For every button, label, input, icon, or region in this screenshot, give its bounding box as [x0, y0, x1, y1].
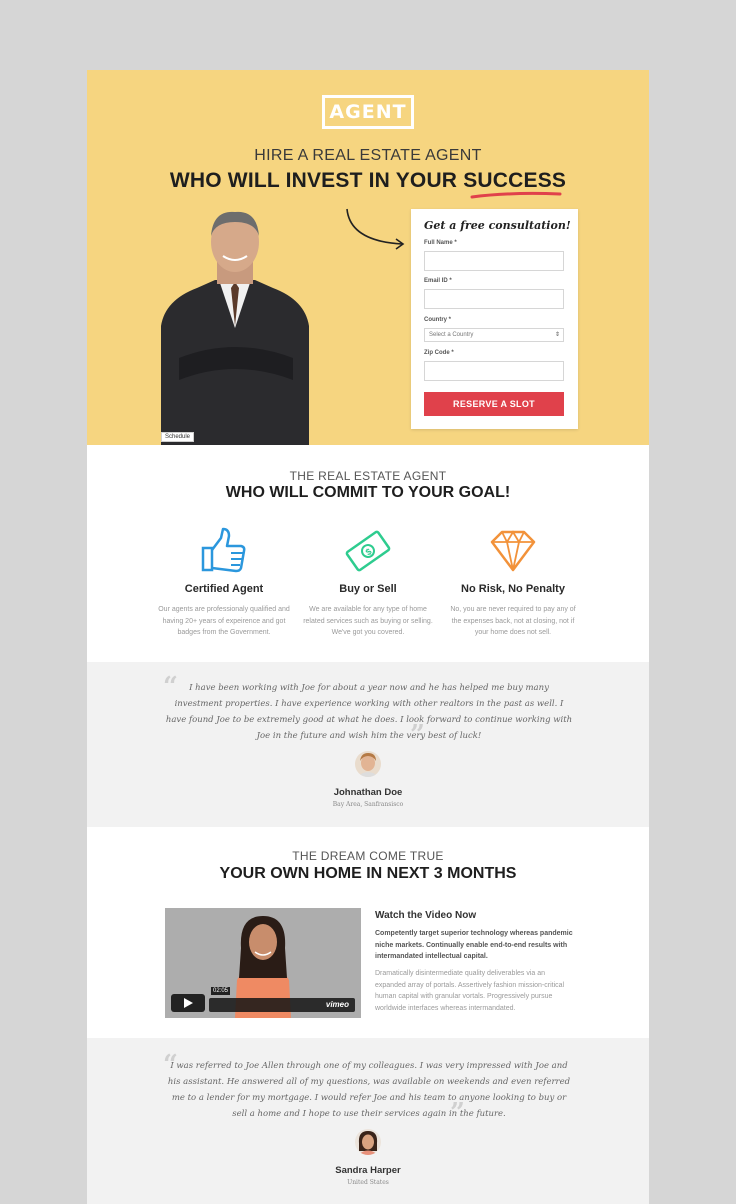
feature-title: No Risk, No Penalty — [461, 583, 565, 595]
video-progress[interactable]: vimeo — [209, 998, 355, 1012]
close-quote-icon: ” — [450, 1098, 465, 1128]
feature-desc: We are available for any type of home re… — [303, 606, 433, 636]
testimonial-quote: I was referred to Joe Allen through one … — [167, 1061, 571, 1119]
agent-logo[interactable]: AGENT — [322, 95, 414, 129]
country-select[interactable]: Select a Country ⇕ — [424, 328, 564, 342]
close-quote-icon: ” — [410, 720, 425, 750]
reserve-slot-button[interactable]: RESERVE A SLOT — [424, 392, 564, 416]
video-player[interactable]: 02:05 vimeo — [165, 908, 361, 1018]
testimonial-section: “ I have been working with Joe for about… — [87, 662, 649, 827]
testimonial-name: Johnathan Doe — [333, 787, 403, 798]
video-paragraph-2: Dramatically disintermediate quality del… — [375, 970, 565, 1012]
full-name-input[interactable] — [424, 251, 564, 271]
feature-desc: Our agents are professionaly qualified a… — [158, 606, 290, 636]
testimonial-quote: I have been working with Joe for about a… — [165, 683, 573, 741]
select-caret-icon: ⇕ — [554, 332, 560, 338]
features-subtitle: THE REAL ESTATE AGENT — [289, 469, 447, 483]
hero-subtitle: HIRE A REAL ESTATE AGENT — [254, 147, 482, 164]
feature-title: Certified Agent — [184, 583, 264, 595]
feature-title: Buy or Sell — [339, 583, 397, 595]
agent-photo — [161, 211, 309, 445]
testimonial-name: Sandra Harper — [335, 1165, 401, 1176]
money-icon: $ — [345, 530, 391, 572]
play-icon — [184, 998, 193, 1008]
video-timecode: 02:05 — [211, 987, 231, 995]
features-title: WHO WILL COMMIT TO YOUR GOAL! — [225, 484, 511, 501]
landing-page: AGENT HIRE A REAL ESTATE AGENT WHO WILL … — [87, 70, 649, 1204]
video-controls: 02:05 vimeo — [171, 987, 355, 1012]
video-paragraph-1: Competently target superior technology w… — [375, 930, 573, 960]
schedule-tag[interactable]: Schedule — [161, 432, 195, 442]
curved-arrow-icon — [346, 208, 405, 250]
diamond-icon — [490, 530, 536, 572]
form-title: Get a free consultation! — [424, 219, 571, 232]
testimonial-section: “ I was referred to Joe Allen through on… — [87, 1038, 649, 1204]
video-subtitle: THE DREAM COME TRUE — [292, 849, 444, 863]
country-select-value: Select a Country — [429, 332, 474, 338]
video-title: YOUR OWN HOME IN NEXT 3 MONTHS — [219, 865, 517, 882]
avatar — [355, 751, 381, 777]
zip-label: Zip Code * — [424, 350, 454, 356]
hero-section: AGENT HIRE A REAL ESTATE AGENT WHO WILL … — [87, 70, 649, 445]
email-input[interactable] — [424, 289, 564, 309]
video-heading: Watch the Video Now — [375, 910, 477, 921]
hero-title: WHO WILL INVEST IN YOUR SUCCESS — [169, 169, 567, 192]
feature-desc: No, you are never required to pay any of… — [450, 606, 576, 636]
consultation-form: Get a free consultation! Full Name * Ema… — [411, 209, 578, 429]
play-button[interactable] — [171, 994, 205, 1012]
email-label: Email ID * — [424, 278, 452, 284]
testimonial-location: Bay Area, Sanfransisco — [332, 801, 404, 808]
vimeo-logo[interactable]: vimeo — [326, 998, 349, 1012]
country-label: Country * — [424, 317, 451, 323]
full-name-label: Full Name * — [424, 240, 457, 246]
zip-input[interactable] — [424, 361, 564, 381]
avatar — [355, 1129, 381, 1155]
testimonial-location: United States — [347, 1179, 389, 1186]
thumbs-up-icon — [201, 527, 246, 573]
underline-swash-icon — [470, 191, 562, 199]
